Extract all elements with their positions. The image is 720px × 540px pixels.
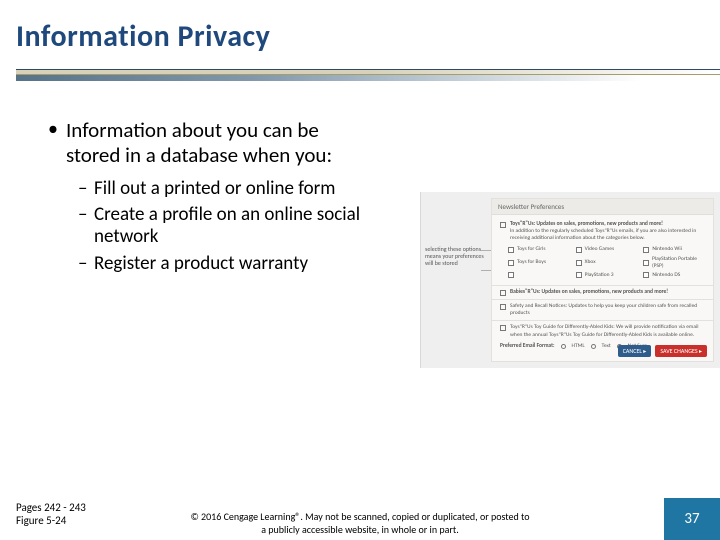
checkbox-icon — [500, 304, 506, 310]
slide-title: Information Privacy — [16, 18, 720, 55]
checkbox-icon — [508, 272, 514, 278]
separator — [492, 285, 713, 286]
figure-annotation: selecting these options means your prefe… — [425, 246, 487, 268]
footnote-pages: Pages 242 - 243 — [16, 501, 86, 515]
sub-bullet: Fill out a printed or online form — [78, 178, 378, 200]
main-bullet: Information about you can be stored in a… — [48, 118, 378, 168]
figure-panel: Newsletter Preferences Toys"R"Us: Update… — [491, 198, 714, 362]
separator — [492, 299, 713, 300]
sub-bullet-list: Fill out a printed or online form Create… — [48, 178, 378, 276]
checkbox-icon — [643, 260, 649, 266]
checkbox-icon — [576, 272, 582, 278]
body-content: Information about you can be stored in a… — [48, 118, 378, 279]
cancel-button: CANCEL ▸ — [618, 345, 652, 357]
checkbox-item: Xbox — [576, 256, 638, 270]
fig-section: Babies"R"Us: Updates on sales, promotion… — [510, 289, 668, 296]
save-button: SAVE CHANGES ▸ — [655, 345, 707, 357]
format-label: Preferred Email Format: — [500, 343, 555, 350]
checkbox-item: Video Games — [576, 246, 638, 253]
fig-section: Safety and Recall Notices: Updates to he… — [510, 303, 705, 317]
title-area: Information Privacy — [0, 0, 720, 85]
sub-bullet: Register a product warranty — [78, 253, 378, 275]
fig-section: Toys"R"Us Toy Guide for Differently-Able… — [510, 324, 705, 338]
checkbox-item: Toys for Girls — [508, 246, 570, 253]
radio-icon — [591, 344, 596, 349]
checkbox-icon — [643, 272, 649, 278]
checkbox-icon — [576, 247, 582, 253]
radio-icon — [561, 344, 566, 349]
checkbox-item: PlayStation Portable (PSP) — [643, 256, 705, 270]
copyright-text: © 2016 Cengage Learning®. May not be sca… — [190, 511, 530, 536]
page-number-badge: 37 — [664, 498, 720, 540]
checkbox-item: Nintendo Wii — [643, 246, 705, 253]
fig-intro-bold: Toys"R"Us: Updates on sales, promotions,… — [510, 221, 663, 227]
panel-body: Toys"R"Us: Updates on sales, promotions,… — [492, 215, 713, 356]
category-grid: Toys for Girls Video Games Nintendo Wii … — [508, 246, 705, 279]
footnote-figure: Figure 5-24 — [16, 514, 86, 528]
slide: Information Privacy Information about yo… — [0, 0, 720, 540]
panel-footer: CANCEL ▸ SAVE CHANGES ▸ — [618, 345, 707, 357]
footnote: Pages 242 - 243 Figure 5-24 — [16, 501, 86, 529]
checkbox-item: PlayStation 3 — [576, 272, 638, 279]
checkbox-icon — [508, 260, 514, 266]
checkbox-icon — [576, 260, 582, 266]
checkbox-icon — [508, 247, 514, 253]
checkbox-item — [508, 272, 570, 279]
title-underline — [16, 63, 720, 85]
checkbox-item: Toys for Boys — [508, 256, 570, 270]
figure-screenshot: selecting these options means your prefe… — [420, 192, 720, 368]
separator — [492, 320, 713, 321]
fig-intro-text: In addition to the regularly scheduled T… — [510, 228, 705, 242]
checkbox-icon — [500, 290, 506, 296]
checkbox-item: Nintendo DS — [643, 272, 705, 279]
checkbox-icon — [643, 247, 649, 253]
sub-bullet: Create a profile on an online social net… — [78, 204, 378, 249]
checkbox-icon — [500, 325, 506, 331]
panel-header: Newsletter Preferences — [492, 199, 713, 215]
checkbox-icon — [500, 222, 506, 228]
